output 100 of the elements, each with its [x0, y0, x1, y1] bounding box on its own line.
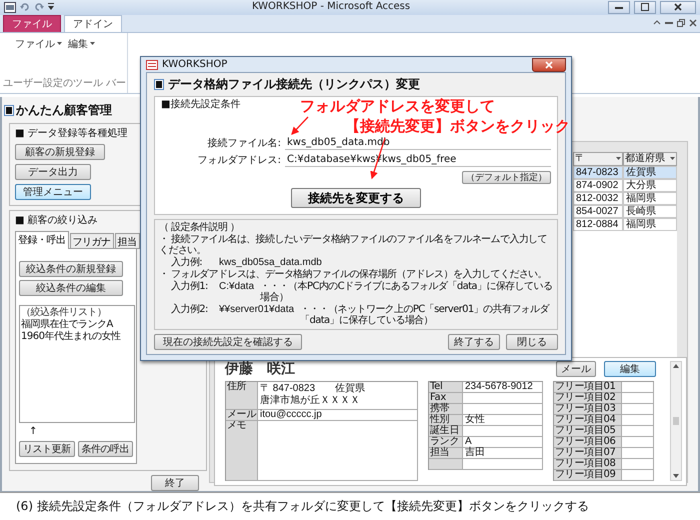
form-button[interactable]: 管理メニュー	[15, 184, 91, 200]
arrow-text: ↑	[29, 426, 38, 438]
group-label: ユーザー設定のツール バー	[3, 76, 126, 90]
minimize-icon[interactable]	[665, 19, 673, 26]
list-item[interactable]: 1960年代生まれの女性	[21, 330, 120, 343]
menu-item[interactable]: ファイル	[15, 36, 62, 51]
field-value: 女性	[463, 414, 543, 426]
field-value	[622, 458, 654, 470]
exit-button[interactable]: 終了	[151, 474, 199, 491]
list-item[interactable]: 福岡県在住でランクA	[21, 318, 113, 331]
field-value	[622, 382, 654, 393]
field-value	[622, 404, 654, 415]
example-label: 入力例2:	[171, 304, 209, 315]
form-icon	[4, 104, 14, 116]
list-button[interactable]: リスト更新	[19, 440, 74, 457]
example-label: 入力例1:	[171, 281, 209, 292]
maximize-button[interactable]	[634, 0, 656, 14]
menu-item[interactable]: 編集	[68, 36, 95, 51]
field-label: フリー項目03	[554, 404, 622, 415]
table-cell[interactable]: 大分県	[623, 178, 677, 192]
minimize-button[interactable]	[608, 0, 630, 14]
list-header: （絞込条件リスト）	[21, 306, 108, 318]
table-cell[interactable]: 847-0823	[573, 166, 623, 179]
scroll-thumb[interactable]	[673, 416, 679, 425]
dialog-title: KWORKSHOP	[162, 58, 228, 70]
scroll-up-icon[interactable]	[673, 364, 679, 368]
column-header[interactable]: 〒	[573, 152, 623, 166]
close-button[interactable]	[660, 0, 696, 14]
table-cell[interactable]: 福岡県	[623, 192, 677, 205]
field-value: A	[463, 436, 543, 448]
example-note: ・・・（本PC内のCドライブにあるフォルダ「data」に保存している場合）	[260, 281, 553, 303]
window-title: KWORKSHOP - Microsoft Access	[250, 1, 412, 14]
example-value: ¥¥server01¥data	[219, 304, 294, 315]
filter-button[interactable]: 絞込条件の新規登録	[19, 260, 123, 277]
memo-field[interactable]	[258, 420, 418, 481]
scrollbar[interactable]	[670, 360, 682, 481]
minimize-icon	[615, 6, 623, 9]
field-value	[622, 436, 654, 448]
field-label: 誕生日	[429, 426, 463, 437]
form-icon	[154, 79, 164, 90]
field-label: 接続ファイル名:	[206, 137, 282, 150]
field-value	[622, 448, 654, 459]
scroll-down-icon[interactable]	[673, 474, 679, 478]
field-label: 携帯	[429, 404, 463, 415]
connect-button[interactable]: 接続先を変更する	[291, 188, 421, 208]
field-label: 性別	[429, 414, 463, 426]
field-label: 住所	[226, 382, 258, 410]
group-title: ■ 顧客の絞り込み	[15, 214, 98, 227]
field-value	[622, 414, 654, 426]
form-tab[interactable]: フリガナ	[70, 232, 114, 249]
field-label: フォルダアドレス:	[196, 154, 282, 167]
group-title: ■ データ登録等各種処理	[15, 126, 128, 140]
table-cell[interactable]: 812-0032	[573, 192, 623, 205]
table-cell[interactable]: 812-0884	[573, 218, 623, 231]
undo-icon[interactable]	[20, 2, 30, 12]
column-header[interactable]: 都道府県	[623, 152, 677, 166]
field-label: フリー項目01	[554, 382, 622, 393]
table-cell[interactable]: 福岡県	[623, 218, 677, 231]
annotation-text: フォルダアドレスを変更して	[300, 97, 495, 115]
form-tab[interactable]: 登録・呼出	[15, 230, 68, 249]
redo-icon[interactable]	[34, 2, 44, 12]
annotation-text: 【接続先変更】ボタンをクリック	[345, 117, 570, 135]
field-label: フリー項目06	[554, 436, 622, 448]
customer-name: 伊藤 咲江	[225, 360, 295, 378]
caption: (6) 接続先設定条件（フォルダアドレス）を共有フォルダに変更して【接続先変更】ボタンをクリックする	[16, 498, 589, 514]
app-icon	[146, 60, 158, 70]
form-button[interactable]: 顧客の新規登録	[15, 144, 105, 160]
field-label: フリー項目05	[554, 426, 622, 437]
form-button[interactable]: データ出力	[15, 164, 91, 180]
table-cell[interactable]: 854-0027	[573, 204, 623, 218]
field-value: itou@ccccc.jp	[258, 410, 418, 421]
default-button[interactable]: （デフォルト指定）	[462, 171, 551, 184]
file-tab[interactable]: ファイル	[3, 14, 61, 32]
field-label: Tel	[429, 382, 463, 393]
close-icon[interactable]	[689, 19, 697, 28]
table-cell[interactable]: 佐賀県	[623, 166, 677, 179]
example-label: 入力例:	[171, 257, 203, 268]
dialog-button[interactable]: 現在の接続先設定を確認する	[154, 334, 302, 350]
table-cell[interactable]: 長崎県	[623, 204, 677, 218]
field-label: フリー項目02	[554, 392, 622, 404]
field-label: フリー項目04	[554, 414, 622, 426]
detail-button[interactable]: 編集	[604, 361, 656, 378]
dialog-button[interactable]: 終了する	[448, 334, 500, 350]
list-button[interactable]: 条件の呼出	[78, 440, 133, 457]
dialog-heading: データ格納ファイル接続先（リンクパス）変更	[168, 77, 420, 92]
detail-button[interactable]: メール	[556, 361, 596, 378]
customize-icon[interactable]	[48, 3, 54, 12]
ribbon-tab[interactable]: アドイン	[64, 14, 122, 32]
restore-icon[interactable]	[677, 19, 685, 28]
explanation-text: ・ 接続ファイル名は、接続したいデータ格納ファイルのファイル名をフルネームで入力してください。	[159, 234, 548, 256]
field-value	[622, 470, 654, 481]
field-value	[622, 392, 654, 404]
annotation-arrow	[291, 116, 308, 135]
form-tab[interactable]: 担当	[114, 232, 140, 249]
dialog-button[interactable]: 閉じる	[506, 334, 558, 350]
filter-button[interactable]: 絞込条件の編集	[19, 280, 123, 296]
field-value: 吉田	[463, 448, 543, 459]
close-button[interactable]	[532, 58, 566, 72]
collapse-icon[interactable]	[653, 19, 661, 26]
table-cell[interactable]: 874-0902	[573, 178, 623, 192]
